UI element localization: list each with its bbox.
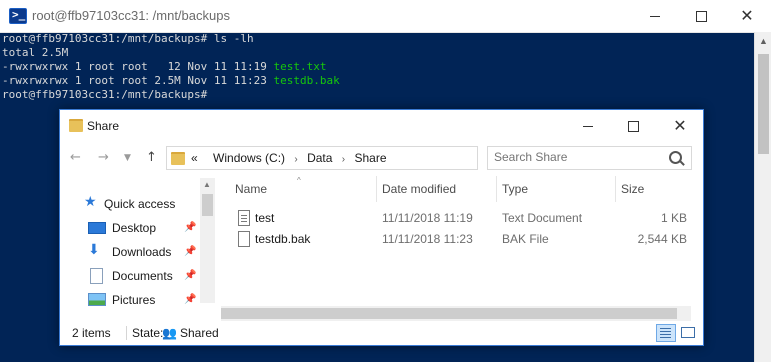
breadcrumb-segment[interactable]: Windows (C:) — [213, 151, 285, 165]
terminal-file-name: test.txt — [273, 60, 327, 73]
scroll-up-icon[interactable]: ▲ — [759, 36, 768, 46]
file-type: BAK File — [502, 232, 549, 246]
minimize-icon — [650, 15, 660, 17]
terminal-file-name: testdb.bak — [273, 74, 340, 87]
explorer-window: Share ✕ ← → ▼ ↑ « Windows (C:) › Data › … — [59, 109, 704, 346]
desktop-icon — [88, 222, 106, 234]
column-divider[interactable] — [615, 176, 616, 202]
terminal-line-meta: -rwxrwxrwx 1 root root 12 Nov 11 11:19 — [2, 60, 274, 73]
close-icon: ✕ — [740, 6, 754, 25]
column-divider[interactable] — [376, 176, 377, 202]
file-list-scroll-thumb[interactable] — [221, 308, 677, 319]
explorer-titlebar[interactable]: Share ✕ — [60, 110, 703, 142]
file-size: 1 KB — [660, 211, 687, 225]
explorer-title: Share — [87, 119, 120, 133]
file-size: 2,544 KB — [637, 232, 687, 246]
nav-pane-scroll-thumb[interactable] — [202, 194, 213, 216]
nav-item-label: Quick access — [104, 197, 176, 211]
nav-item-label: Documents — [112, 269, 173, 283]
download-icon: ⬇ — [88, 242, 100, 258]
terminal-output[interactable]: root@ffb97103cc31:/mnt/backups# ls -lh t… — [2, 32, 340, 102]
file-row[interactable]: test 11/11/2018 11:19 Text Document 1 KB — [221, 208, 691, 228]
minimize-icon — [583, 125, 593, 127]
terminal-scrollbar[interactable]: ▲ — [754, 32, 771, 362]
shared-users-icon: 👥 — [162, 326, 177, 340]
column-header-date-modified[interactable]: Date modified — [382, 182, 456, 196]
folder-icon — [171, 152, 185, 165]
file-list: ^ Name Date modified Type Size test 11/1… — [221, 176, 691, 306]
state-label: State: — [132, 326, 164, 340]
state-value: Shared — [180, 326, 219, 340]
terminal-maximize-button[interactable] — [678, 0, 724, 32]
terminal-title: root@ffb97103cc31: /mnt/backups — [32, 8, 230, 23]
nav-item-label: Desktop — [112, 221, 157, 235]
text-file-icon — [238, 210, 250, 226]
breadcrumb: « Windows (C:) › Data › Share — [191, 151, 387, 165]
close-icon: ✕ — [673, 116, 687, 135]
pin-icon[interactable]: 📌 — [184, 270, 196, 281]
terminal-close-button[interactable]: ✕ — [724, 0, 770, 32]
terminal-line: total 2.5M — [2, 46, 69, 59]
breadcrumb-segment[interactable]: Data — [307, 151, 332, 165]
nav-item-label: Pictures — [112, 293, 156, 307]
breadcrumb-separator-icon[interactable]: › — [294, 154, 297, 165]
explorer-maximize-button[interactable] — [610, 110, 656, 142]
navigation-pane: ★ Quick access Desktop 📌 ⬇ Downloads 📌 D… — [60, 176, 216, 322]
explorer-close-button[interactable]: ✕ — [657, 110, 703, 142]
address-row: ← → ▼ ↑ « Windows (C:) › Data › Share ▼ … — [60, 144, 703, 174]
sort-ascending-icon: ^ — [297, 176, 301, 185]
up-arrow-icon[interactable]: ↑ — [146, 150, 157, 165]
terminal-scroll-thumb[interactable] — [758, 54, 769, 154]
search-input[interactable] — [494, 150, 664, 164]
file-name: testdb.bak — [255, 232, 311, 246]
terminal-command: ls -lh — [213, 32, 254, 45]
nav-pane-scrollbar[interactable]: ▲ — [200, 178, 215, 303]
back-arrow-icon[interactable]: ← — [70, 150, 81, 165]
file-row[interactable]: testdb.bak 11/11/2018 11:23 BAK File 2,5… — [221, 229, 691, 249]
terminal-prompt: root@ffb97103cc31:/mnt/backups# — [2, 88, 214, 101]
recent-locations-chevron-icon[interactable]: ▼ — [124, 153, 131, 163]
powershell-icon: >_ — [9, 8, 27, 24]
terminal-titlebar[interactable]: >_ root@ffb97103cc31: /mnt/backups ✕ — [0, 0, 771, 33]
item-count: 2 items — [72, 326, 111, 340]
explorer-minimize-button[interactable] — [565, 110, 611, 142]
file-list-horizontal-scrollbar[interactable] — [221, 306, 691, 321]
documents-icon — [90, 268, 103, 284]
file-date-modified: 11/11/2018 11:19 — [382, 211, 473, 225]
search-box[interactable] — [487, 146, 692, 170]
pictures-icon — [88, 293, 106, 306]
nav-item-label: Downloads — [112, 245, 172, 259]
details-view-icon[interactable] — [656, 324, 676, 342]
breadcrumb-overflow[interactable]: « — [191, 151, 198, 165]
terminal-line-meta: -rwxrwxrwx 1 root root 2.5M Nov 11 11:23 — [2, 74, 274, 87]
breadcrumb-separator-icon[interactable]: › — [342, 154, 345, 165]
large-icons-view-icon[interactable] — [680, 325, 695, 339]
file-name: test — [255, 211, 275, 225]
column-header-name[interactable]: Name — [235, 182, 267, 196]
star-icon: ★ — [84, 194, 97, 210]
folder-icon — [69, 119, 83, 132]
scroll-up-icon[interactable]: ▲ — [203, 180, 211, 189]
breadcrumb-segment[interactable]: Share — [354, 151, 386, 165]
pin-icon[interactable]: 📌 — [184, 222, 196, 233]
file-icon — [238, 231, 250, 247]
terminal-prompt: root@ffb97103cc31:/mnt/backups# — [2, 32, 214, 45]
column-header-type[interactable]: Type — [502, 182, 528, 196]
pin-icon[interactable]: 📌 — [184, 294, 196, 305]
status-bar: 2 items State: 👥 Shared — [60, 322, 703, 344]
column-divider[interactable] — [496, 176, 497, 202]
forward-arrow-icon[interactable]: → — [98, 150, 109, 165]
pin-icon[interactable]: 📌 — [184, 246, 196, 257]
search-icon[interactable] — [669, 151, 682, 164]
status-divider — [126, 326, 127, 340]
column-header-size[interactable]: Size — [621, 182, 644, 196]
maximize-icon — [695, 10, 707, 22]
terminal-minimize-button[interactable] — [632, 0, 678, 32]
file-date-modified: 11/11/2018 11:23 — [382, 232, 473, 246]
maximize-icon — [627, 120, 639, 132]
file-type: Text Document — [502, 211, 583, 225]
address-bar[interactable]: « Windows (C:) › Data › Share ▼ ↻ — [166, 146, 573, 170]
